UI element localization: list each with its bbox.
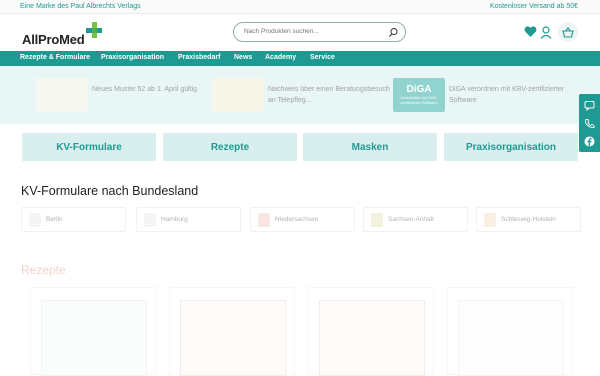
product-card[interactable] [30,287,156,376]
category-buttons: KV-Formulare Rezepte Masken Praxisorgani… [22,133,578,161]
account-button[interactable] [536,22,556,42]
heart-icon [524,26,536,37]
product-card[interactable] [308,287,434,376]
banner-image [36,78,88,112]
coat-of-arms-icon [371,213,383,227]
cart-icon [562,26,574,38]
logo-cross-icon [86,22,102,38]
state-card[interactable]: Sachsen-Anhalt [363,207,468,232]
section-title-bundesland: KV-Formulare nach Bundesland [21,184,199,198]
coat-of-arms-icon [29,213,41,227]
phone-icon[interactable] [584,118,595,129]
category-kv-formulare[interactable]: KV-Formulare [22,133,156,161]
shipping-notice: Kostenloser Versand ab 50€ [490,3,578,10]
coat-of-arms-icon [484,213,496,227]
logo-text: AllProMed [22,32,85,47]
section-title-rezepte: Rezepte [21,263,66,277]
rezepte-product-list [30,287,575,376]
product-image [458,300,564,376]
category-rezepte[interactable]: Rezepte [163,133,297,161]
nav-item-praxisbedarf[interactable]: Praxisbedarf [178,54,220,61]
nav-item-news[interactable]: News [234,54,252,61]
coat-of-arms-icon [258,213,270,227]
brand-tagline: Eine Marke des Paul Albrechts Verlags [20,3,141,10]
diga-badge-label: DiGA [406,84,432,95]
state-label: Berlin [46,216,63,223]
product-image [41,300,147,376]
facebook-icon[interactable] [584,136,595,147]
state-label: Sachsen-Anhalt [388,216,434,223]
state-label: Schleswig-Holstein [501,216,556,223]
banner-image [212,78,264,112]
nav-item-academy[interactable]: Academy [265,54,296,61]
product-card[interactable] [169,287,295,376]
chat-icon[interactable] [584,100,595,111]
category-praxisorganisation[interactable]: Praxisorganisation [444,133,578,161]
product-card[interactable] [447,287,573,376]
state-card[interactable]: Berlin [21,207,126,232]
state-card[interactable]: Hamburg [136,207,241,232]
topbar: Eine Marke des Paul Albrechts Verlags Ko… [0,0,600,14]
coat-of-arms-icon [144,213,156,227]
nav-item-rezepte-formulare[interactable]: Rezepte & Formulare [20,54,90,61]
main-nav: Rezepte & Formulare Praxisorganisation P… [0,51,600,66]
state-label: Niedersachsen [275,216,319,223]
search-icon[interactable] [388,27,399,38]
header: AllProMed [0,14,600,51]
search-input[interactable] [244,28,384,35]
category-masken[interactable]: Masken [303,133,437,161]
side-contact-bar [579,94,600,152]
state-card[interactable]: Niedersachsen [250,207,355,232]
search-bar[interactable] [233,22,406,42]
diga-badge: DiGA Unterstützt von KBV-zertifizierter S… [393,78,445,112]
nav-item-praxisorganisation[interactable]: Praxisorganisation [101,54,164,61]
banner-text: DiGA verordnen mit KBV-zertifizierter So… [449,86,565,104]
product-image [180,300,286,376]
cart-button[interactable] [558,22,578,42]
product-image [319,300,425,376]
banner-text: Neues Muster 52 ab 1. April gültig [92,86,198,93]
state-list: Berlin Hamburg Niedersachsen Sachsen-Anh… [21,207,581,232]
diga-badge-sub: Unterstützt von KBV-zertifizierter Softw… [400,95,438,105]
user-icon [540,25,552,39]
state-label: Hamburg [161,216,188,223]
state-card[interactable]: Schleswig-Holstein [476,207,581,232]
banner-text: Nachweis über einen Beratungsbesuch an T… [268,86,390,104]
info-banner: Neues Muster 52 ab 1. April gültig Nachw… [0,66,600,124]
nav-item-service[interactable]: Service [310,54,335,61]
